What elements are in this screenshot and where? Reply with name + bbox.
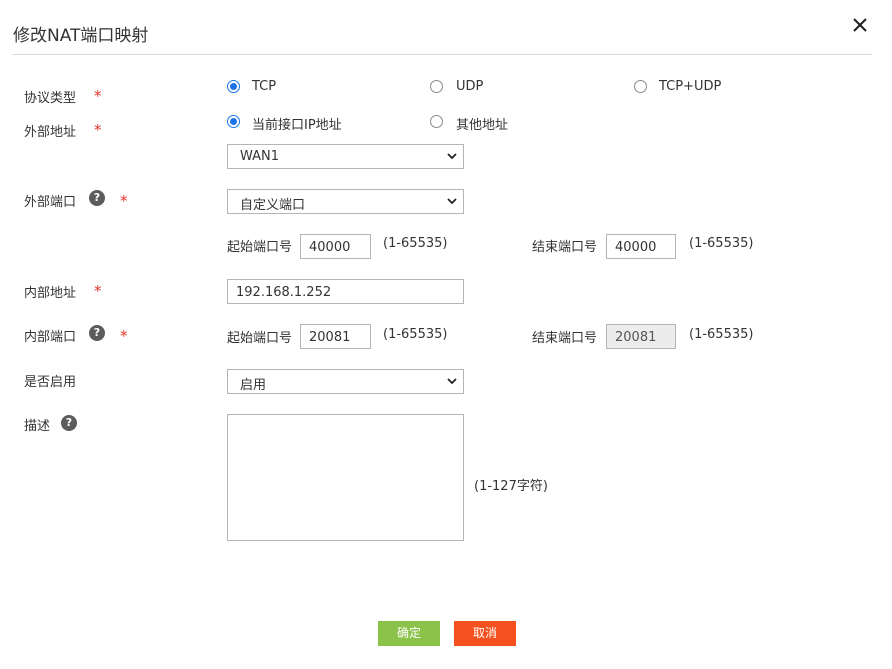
external-start-port-label: 起始端口号 xyxy=(227,240,293,255)
required-mark: * xyxy=(120,327,128,345)
protocol-radio-tcp[interactable] xyxy=(227,80,240,93)
external-port-mode-select[interactable]: 自定义端口 xyxy=(227,189,464,214)
enable-select-value: 启用 xyxy=(240,378,267,393)
external-end-port-input[interactable]: 40000 xyxy=(606,234,676,259)
external-address-option-current[interactable]: 当前接口IP地址 xyxy=(252,114,342,133)
external-start-port-value: 40000 xyxy=(309,240,351,255)
internal-start-port-label: 起始端口号 xyxy=(227,331,293,346)
internal-address-value: 192.168.1.252 xyxy=(236,285,332,300)
interface-select[interactable]: WAN1 xyxy=(227,144,464,169)
protocol-option-tcp-udp[interactable]: TCP+UDP xyxy=(659,79,721,94)
protocol-option-udp[interactable]: UDP xyxy=(456,79,483,94)
interface-select-value: WAN1 xyxy=(240,149,280,164)
protocol-radio-tcp-udp[interactable] xyxy=(634,80,647,93)
chevron-down-icon xyxy=(447,153,457,160)
description-textarea[interactable] xyxy=(227,414,464,541)
protocol-label: 协议类型 xyxy=(24,91,77,106)
internal-end-port-range: (1-65535) xyxy=(689,327,754,342)
external-end-port-label: 结束端口号 xyxy=(532,240,598,255)
close-icon[interactable] xyxy=(849,14,871,36)
external-address-label: 外部地址 xyxy=(24,125,77,140)
internal-address-label: 内部地址 xyxy=(24,286,77,301)
external-address-radio-other[interactable] xyxy=(430,115,443,128)
required-mark: * xyxy=(120,192,128,210)
header-divider xyxy=(12,54,872,55)
external-start-port-input[interactable]: 40000 xyxy=(300,234,371,259)
external-address-radio-current[interactable] xyxy=(227,115,240,128)
description-label: 描述 xyxy=(24,419,51,434)
required-mark: * xyxy=(94,87,102,105)
internal-end-port-value: 20081 xyxy=(615,330,657,345)
external-port-label: 外部端口 xyxy=(24,195,77,210)
enable-label: 是否启用 xyxy=(24,375,77,390)
help-icon[interactable]: ? xyxy=(89,325,105,341)
cancel-button[interactable]: 取消 xyxy=(454,621,516,646)
internal-end-port-input: 20081 xyxy=(606,324,676,349)
internal-start-port-input[interactable]: 20081 xyxy=(300,324,371,349)
chevron-down-icon xyxy=(447,198,457,205)
internal-port-label: 内部端口 xyxy=(24,330,77,345)
help-icon[interactable]: ? xyxy=(61,415,77,431)
internal-start-port-range: (1-65535) xyxy=(383,327,448,342)
chevron-down-icon xyxy=(447,378,457,385)
required-mark: * xyxy=(94,282,102,300)
external-end-port-range: (1-65535) xyxy=(689,236,754,251)
description-limit: (1-127字符) xyxy=(474,479,548,494)
protocol-radio-udp[interactable] xyxy=(430,80,443,93)
internal-address-input[interactable]: 192.168.1.252 xyxy=(227,279,464,304)
enable-select[interactable]: 启用 xyxy=(227,369,464,394)
external-address-option-other[interactable]: 其他地址 xyxy=(456,114,508,133)
internal-end-port-label: 结束端口号 xyxy=(532,331,598,346)
internal-start-port-value: 20081 xyxy=(309,330,351,345)
required-mark: * xyxy=(94,121,102,139)
external-end-port-value: 40000 xyxy=(615,240,657,255)
external-start-port-range: (1-65535) xyxy=(383,236,448,251)
dialog-title: 修改NAT端口映射 xyxy=(13,26,149,46)
external-port-mode-value: 自定义端口 xyxy=(240,198,306,213)
help-icon[interactable]: ? xyxy=(89,190,105,206)
protocol-option-tcp[interactable]: TCP xyxy=(252,79,276,94)
ok-button[interactable]: 确定 xyxy=(378,621,440,646)
